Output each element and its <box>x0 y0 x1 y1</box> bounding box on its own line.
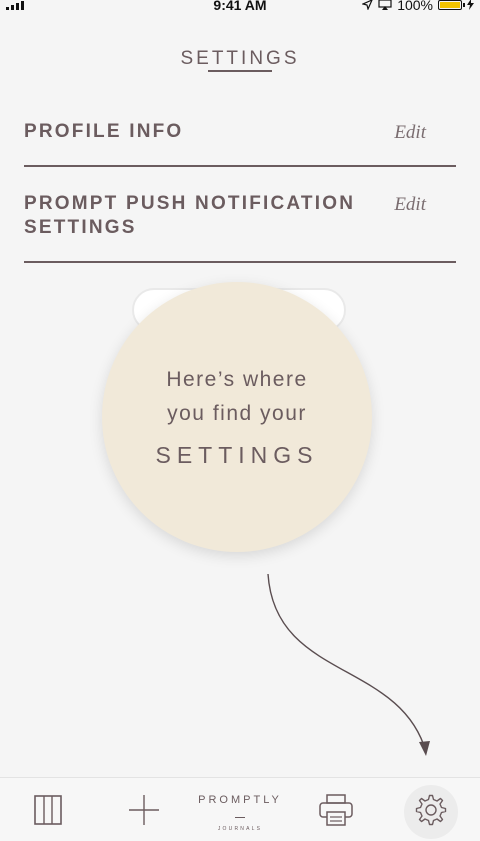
add-tab[interactable] <box>120 778 168 841</box>
pointer-arrow <box>267 573 430 756</box>
journals-grid-tab[interactable] <box>24 778 72 841</box>
journals-grid-icon <box>34 794 62 825</box>
brand-logo: PROMPTLY JOURNALS <box>190 778 290 841</box>
gear-icon <box>415 794 447 825</box>
print-icon <box>319 793 353 826</box>
tab-bar: PROMPTLY JOURNALS <box>0 777 480 841</box>
brand-name: PROMPTLY <box>198 794 282 806</box>
brand-divider <box>235 817 245 818</box>
brand-subtitle: JOURNALS <box>217 826 263 832</box>
add-icon <box>129 794 159 825</box>
settings-tab[interactable] <box>407 778 455 841</box>
print-tab[interactable] <box>312 778 360 841</box>
